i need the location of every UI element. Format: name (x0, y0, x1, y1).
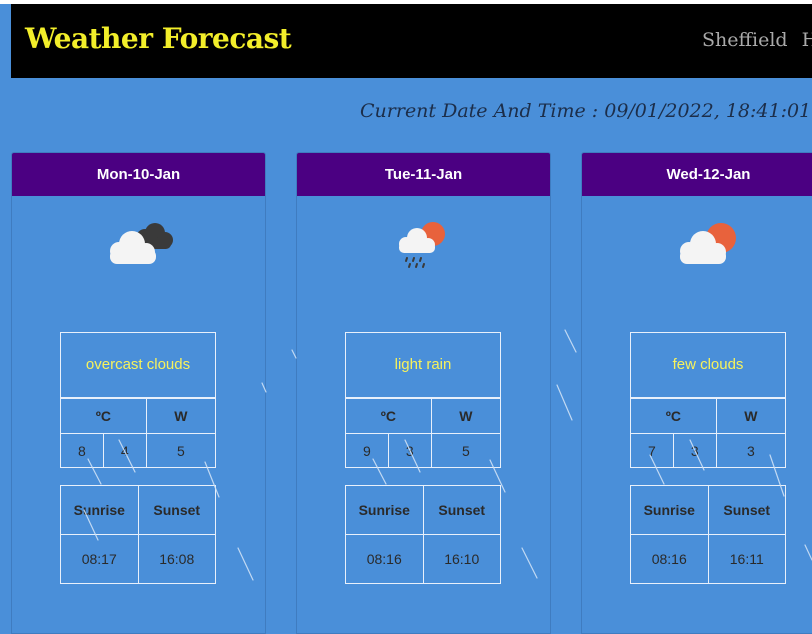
few-clouds-icon (582, 219, 812, 279)
temp-high: 7 (630, 433, 674, 468)
temp-high: 9 (345, 433, 389, 468)
sunrise-header: Sunrise (60, 485, 139, 535)
nav-links: Sheffield Hy (702, 29, 812, 51)
card-date: Tue-11-Jan (297, 153, 550, 196)
sun-table: Sunrise Sunset 08:16 16:11 (630, 485, 786, 584)
weather-description: overcast clouds (60, 332, 216, 398)
sunset-time: 16:11 (707, 534, 786, 584)
card-date: Mon-10-Jan (12, 153, 265, 196)
wind-header: W (430, 398, 502, 434)
current-datetime: Current Date And Time : 09/01/2022, 18:4… (360, 100, 812, 122)
sunset-time: 16:10 (422, 534, 501, 584)
temp-high: 8 (60, 433, 104, 468)
wind-speed: 3 (715, 433, 787, 468)
forecast-card-wed: Wed-12-Jan few clouds ºC W 7 3 3 Sunrise… (581, 152, 812, 634)
forecast-card-mon: Mon-10-Jan overcast clouds ºC W 8 4 5 Su… (11, 152, 266, 634)
celsius-header: ºC (630, 398, 717, 434)
wind-speed: 5 (145, 433, 217, 468)
celsius-header: ºC (60, 398, 147, 434)
sun-table: Sunrise Sunset 08:17 16:08 (60, 485, 216, 584)
sunset-header: Sunset (707, 485, 786, 535)
wind-header: W (145, 398, 217, 434)
nav-link-hy[interactable]: Hy (802, 29, 812, 51)
overcast-clouds-icon (12, 219, 265, 279)
sun-table: Sunrise Sunset 08:16 16:10 (345, 485, 501, 584)
brand-title[interactable]: Weather Forecast (25, 22, 292, 55)
card-date: Wed-12-Jan (582, 153, 812, 196)
sunrise-time: 08:17 (60, 534, 139, 584)
temp-low: 3 (672, 433, 717, 468)
temperature-table: ºC W 9 3 5 (345, 398, 502, 468)
nav-link-sheffield[interactable]: Sheffield (702, 29, 788, 51)
sunset-time: 16:08 (137, 534, 216, 584)
temp-low: 4 (102, 433, 147, 468)
sunset-header: Sunset (422, 485, 501, 535)
temperature-table: ºC W 7 3 3 (630, 398, 787, 468)
temperature-table: ºC W 8 4 5 (60, 398, 217, 468)
header-bar: Weather Forecast Sheffield Hy (11, 4, 812, 78)
wind-header: W (715, 398, 787, 434)
forecast-card-tue: Tue-11-Jan light rain ºC W 9 3 5 Sunrise (296, 152, 551, 634)
sunrise-header: Sunrise (345, 485, 424, 535)
celsius-header: ºC (345, 398, 432, 434)
temp-low: 3 (387, 433, 432, 468)
sunrise-time: 08:16 (630, 534, 709, 584)
weather-description: few clouds (630, 332, 786, 398)
weather-description: light rain (345, 332, 501, 398)
sunset-header: Sunset (137, 485, 216, 535)
sunrise-header: Sunrise (630, 485, 709, 535)
sunrise-time: 08:16 (345, 534, 424, 584)
light-rain-icon (297, 219, 550, 279)
wind-speed: 5 (430, 433, 502, 468)
